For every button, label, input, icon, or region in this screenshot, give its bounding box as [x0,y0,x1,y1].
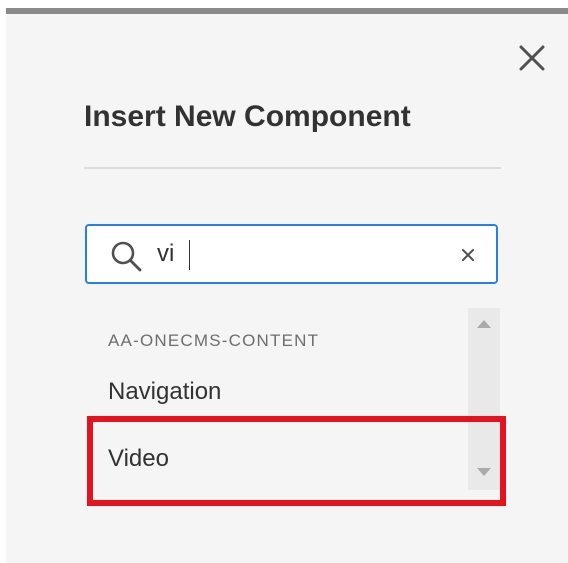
dialog-title: Insert New Component [84,100,411,133]
scroll-up-arrow-icon[interactable] [477,320,491,328]
search-field[interactable] [85,224,498,284]
search-icon [111,241,142,272]
clear-icon [462,249,474,261]
results-scrollbar[interactable] [468,308,500,490]
component-item-video[interactable]: Video [108,445,169,473]
component-group-header: AA-ONECMS-CONTENT [108,331,320,350]
title-divider [84,167,501,169]
close-icon [519,45,545,71]
screenshot-frame: Insert New Component AA-ONECMS-CONTENT N… [0,0,568,563]
scroll-down-arrow-icon[interactable] [477,468,491,476]
close-button[interactable] [512,38,552,78]
clear-search-button[interactable] [457,244,479,266]
text-caret [189,240,190,270]
search-input[interactable] [157,236,447,272]
component-item-navigation[interactable]: Navigation [108,378,221,406]
